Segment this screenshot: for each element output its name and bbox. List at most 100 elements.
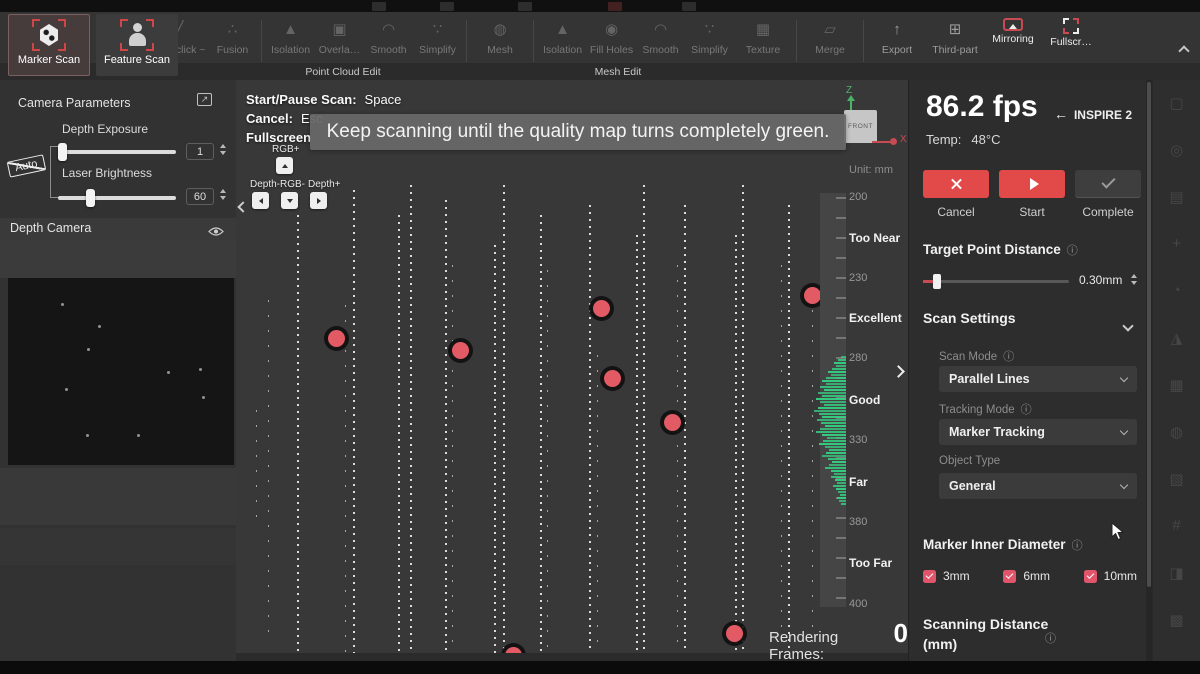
quality-histogram-bar xyxy=(817,419,846,421)
start-button[interactable] xyxy=(999,170,1065,198)
stepper-up-icon[interactable] xyxy=(1131,274,1137,278)
mesh-button[interactable]: ◍Mesh xyxy=(471,18,529,64)
diameter-checkbox-10mm[interactable]: 10mm xyxy=(1084,569,1137,583)
checkbox-checked-icon[interactable] xyxy=(1003,570,1016,583)
stepper-up-icon[interactable] xyxy=(220,144,226,148)
smooth-button[interactable]: ◠Smooth xyxy=(636,18,685,64)
texture-icon: ▦ xyxy=(756,18,770,42)
checkbox-checked-icon[interactable] xyxy=(1084,570,1097,583)
side-tool-icon[interactable]: ▩ xyxy=(1169,611,1183,629)
stepper-down-icon[interactable] xyxy=(220,151,226,155)
tracking-mode-select[interactable]: Marker Tracking xyxy=(939,419,1137,445)
arrow-left-icon xyxy=(259,198,263,204)
arrow-right-key[interactable] xyxy=(310,192,327,209)
quality-zone-label: Excellent xyxy=(849,311,902,325)
cancel-button[interactable] xyxy=(923,170,989,198)
target-point-distance-value[interactable]: 0.30mm xyxy=(1079,273,1122,287)
slider-handle[interactable] xyxy=(86,189,95,207)
merge-button[interactable]: ▱Merge xyxy=(801,18,859,64)
simplify-button[interactable]: ∵Simplify xyxy=(685,18,734,64)
tpd-stepper[interactable] xyxy=(1131,274,1137,285)
depth-exposure-slider[interactable] xyxy=(58,150,176,154)
side-tool-icon[interactable]: ◍ xyxy=(1170,423,1183,441)
info-icon[interactable]: ⓘ xyxy=(1067,245,1078,257)
mirroring-button[interactable]: Mirroring xyxy=(984,18,1042,64)
side-tool-icon[interactable]: ◎ xyxy=(1170,141,1183,159)
side-tool-icon[interactable]: # xyxy=(1172,517,1180,534)
quality-histogram-bar xyxy=(825,467,846,469)
laser-brightness-value[interactable]: 60 xyxy=(186,188,214,205)
overlap-button[interactable]: ▣Overla… xyxy=(315,18,364,64)
rendering-frames-value: 0 xyxy=(894,618,908,649)
arrow-up-key[interactable] xyxy=(276,157,293,174)
popout-window-icon[interactable]: ↗ xyxy=(197,93,212,106)
quality-histogram-bar xyxy=(820,401,846,403)
complete-button[interactable] xyxy=(1075,170,1141,198)
slider-handle[interactable] xyxy=(58,143,67,161)
laser-brightness-stepper[interactable] xyxy=(220,189,226,200)
toolbar-button-label: Fusion xyxy=(217,44,249,56)
corner-bracket xyxy=(1073,18,1079,24)
device-name: INSPIRE 2 xyxy=(1074,108,1132,122)
isolation-button[interactable]: ▲Isolation xyxy=(538,18,587,64)
side-tool-icon[interactable]: ▧ xyxy=(1169,470,1183,488)
side-tool-icon[interactable]: ▦ xyxy=(1169,376,1183,394)
scan-settings-header[interactable]: Scan Settings xyxy=(923,310,1016,326)
arrow-down-key[interactable] xyxy=(281,192,298,209)
scrollbar-thumb[interactable] xyxy=(1147,82,1151,587)
depth-exposure-stepper[interactable] xyxy=(220,144,226,155)
left-panel-section xyxy=(0,468,236,525)
left-panel-collapse-button[interactable] xyxy=(239,198,247,216)
depth-exposure-value[interactable]: 1 xyxy=(186,143,214,160)
side-tool-icon[interactable]: ▢ xyxy=(1169,94,1183,112)
info-icon[interactable]: ⓘ xyxy=(1045,630,1056,646)
stepper-down-icon[interactable] xyxy=(220,196,226,200)
slider-handle[interactable] xyxy=(933,274,941,289)
arrow-left-key[interactable] xyxy=(252,192,269,209)
side-tool-icon[interactable]: ▤ xyxy=(1169,188,1183,206)
laser-brightness-slider[interactable] xyxy=(58,196,176,200)
info-icon[interactable]: ⓘ xyxy=(1003,351,1014,363)
quality-panel-expand-button[interactable] xyxy=(894,363,903,381)
arrow-up-icon xyxy=(282,164,288,168)
simplify-button[interactable]: ∵Simplify xyxy=(413,18,462,64)
feature-scan-mode-button[interactable]: Feature Scan xyxy=(96,14,178,76)
third-party-button[interactable]: ⊞Third-part xyxy=(926,18,984,64)
scan-mode-select[interactable]: Parallel Lines xyxy=(939,366,1137,392)
info-icon[interactable]: ⓘ xyxy=(1072,540,1083,552)
view-cube-front-face[interactable]: FRONT xyxy=(844,110,877,143)
side-tool-icon[interactable]: ◮ xyxy=(1171,329,1183,347)
side-tool-icon[interactable]: ◨ xyxy=(1169,564,1183,582)
export-button[interactable]: ↑Export xyxy=(868,18,926,64)
smooth-button[interactable]: ◠Smooth xyxy=(364,18,413,64)
texture-button[interactable]: ▦Texture xyxy=(734,18,792,64)
quality-histogram-bar xyxy=(816,398,846,400)
fill-holes-button[interactable]: ◉Fill Holes xyxy=(587,18,636,64)
target-point-distance-slider[interactable] xyxy=(923,280,1069,283)
stepper-up-icon[interactable] xyxy=(220,189,226,193)
stepper-down-icon[interactable] xyxy=(1131,281,1137,285)
diameter-checkbox-6mm[interactable]: 6mm xyxy=(1003,569,1050,583)
scan-settings-collapse-button[interactable] xyxy=(1124,317,1132,335)
auto-exposure-toggle[interactable]: Auto xyxy=(7,154,46,177)
left-panel-section xyxy=(0,528,236,565)
side-tool-icon[interactable]: + xyxy=(1172,235,1181,252)
fullscreen-button[interactable]: Fullscr… xyxy=(1042,18,1100,64)
bottom-letterbox xyxy=(0,661,1200,674)
chevron-down-icon xyxy=(1120,373,1128,381)
device-back-button[interactable]: ←INSPIRE 2 xyxy=(1054,106,1132,122)
object-type-select[interactable]: General xyxy=(939,473,1137,499)
x-axis-label: X xyxy=(900,134,907,145)
fusion-button[interactable]: ∴Fusion xyxy=(208,18,257,64)
checkbox-checked-icon[interactable] xyxy=(923,570,936,583)
side-tool-icon[interactable]: ◔ xyxy=(1172,282,1181,299)
marker-scan-mode-button[interactable]: Marker Scan xyxy=(8,14,90,76)
scan-viewport[interactable]: Start/Pause Scan:SpaceCancel:EscFullscre… xyxy=(236,80,908,661)
laser-scan-line xyxy=(297,215,299,658)
info-icon[interactable]: ⓘ xyxy=(1021,404,1032,416)
diameter-checkbox-3mm[interactable]: 3mm xyxy=(923,569,970,583)
quality-histogram-bar xyxy=(816,431,846,433)
toolbar-collapse-button[interactable] xyxy=(1180,42,1188,60)
isolation-button[interactable]: ▲Isolation xyxy=(266,18,315,64)
scan-hint-toast: Keep scanning until the quality map turn… xyxy=(310,114,846,150)
